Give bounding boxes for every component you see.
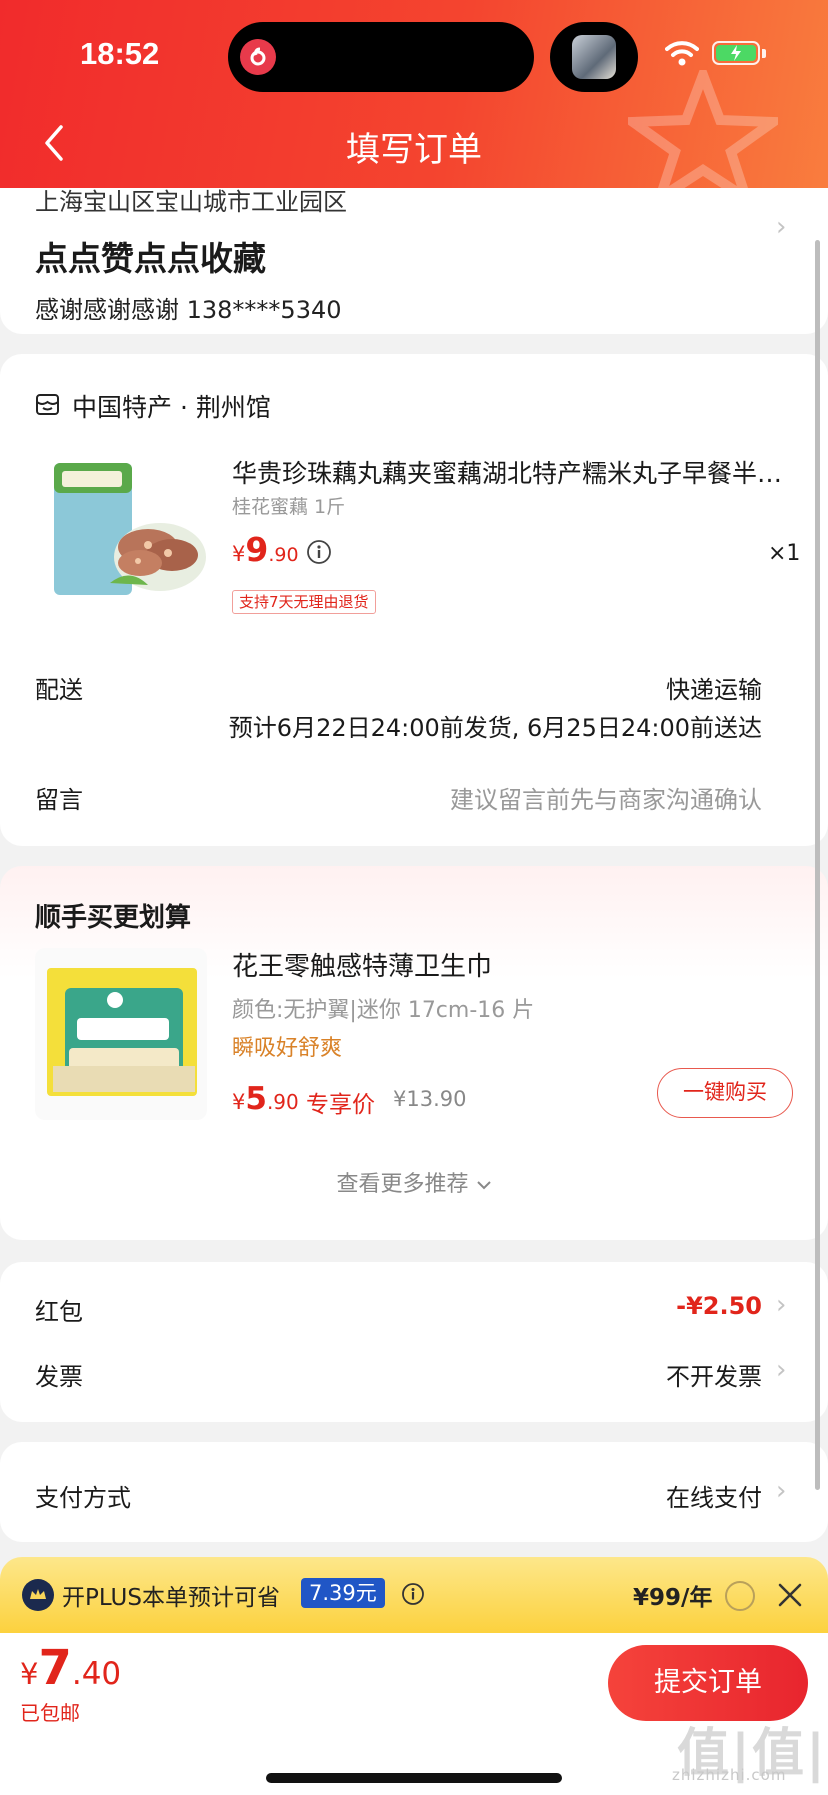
one-click-buy-button[interactable]: 一键购买 <box>657 1068 793 1118</box>
address-contact: 感谢感谢感谢 138****5340 <box>35 296 342 324</box>
red-packet-label: 红包 <box>35 1298 83 1326</box>
price-decimal: .90 <box>268 544 299 566</box>
status-time: 18:52 <box>80 36 160 71</box>
address-detail: 点点赞点点收藏 <box>35 239 266 278</box>
recommend-product-image[interactable] <box>35 948 207 1120</box>
recommend-price-decimal: .90 <box>266 1090 299 1114</box>
watermark-url: zhizhizhi.com <box>672 1766 787 1784</box>
plus-logo-icon <box>22 1579 54 1611</box>
page-header: 18:52 填写订单 <box>0 0 828 188</box>
recommend-price-currency: ¥ <box>232 1090 246 1114</box>
home-indicator[interactable] <box>266 1773 562 1783</box>
delivery-estimate: 预计6月22日24:00前发货, 6月25日24:00前送达 <box>228 714 762 742</box>
wifi-icon <box>665 41 699 66</box>
chevron-down-icon <box>476 1181 491 1190</box>
more-recommendations-label: 查看更多推荐 <box>336 1172 469 1197</box>
submit-order-button[interactable]: 提交订单 <box>608 1645 808 1721</box>
recommend-price: ¥5.90 <box>232 1081 299 1117</box>
payment-label: 支付方式 <box>35 1484 131 1512</box>
close-icon[interactable] <box>776 1581 804 1609</box>
activity-thumbnail[interactable] <box>572 35 616 79</box>
total-price: ¥7.40 <box>20 1640 121 1696</box>
product-image[interactable] <box>48 455 208 603</box>
price-integer: 9 <box>245 530 269 569</box>
total-decimal: .40 <box>71 1656 122 1692</box>
store-name[interactable]: 中国特产 · 荆州馆 <box>72 388 271 424</box>
return-policy-tag: 支持7天无理由退货 <box>232 590 376 614</box>
delivery-label: 配送 <box>35 676 83 704</box>
exclusive-price-label: 专享价 <box>306 1092 375 1118</box>
product-quantity: ×1 <box>768 541 801 566</box>
plus-price: ¥99/年 <box>633 1585 713 1611</box>
product-price: ¥9.90 <box>232 530 299 569</box>
plus-text: 开PLUS本单预计可省 <box>62 1585 280 1611</box>
recommend-title: 顺手买更划算 <box>35 903 192 933</box>
message-input[interactable]: 建议留言前先与商家沟通确认 <box>450 780 762 815</box>
recommend-product-name[interactable]: 花王零触感特薄卫生巾 <box>232 946 492 983</box>
payment-chevron-icon: › <box>776 1476 787 1506</box>
payment-value: 在线支付 <box>666 1484 762 1512</box>
red-packet-value[interactable]: -¥2.50 <box>676 1292 762 1320</box>
page-title: 填写订单 <box>346 130 482 170</box>
total-integer: 7 <box>38 1640 72 1696</box>
price-info-icon[interactable] <box>306 539 332 565</box>
battery-tip <box>762 49 766 58</box>
plus-info-icon[interactable] <box>401 1582 425 1606</box>
recommend-price-integer: 5 <box>245 1081 267 1117</box>
address-chevron-icon: › <box>776 212 787 242</box>
plus-promo-bar[interactable]: 开PLUS本单预计可省 7.39元 ¥99/年 <box>0 1557 828 1635</box>
delivery-method[interactable]: 快递运输 <box>666 670 762 705</box>
checkout-bar: ¥7.40 已包邮 提交订单 值|值|值 zhizhizhi.com <box>0 1633 828 1795</box>
invoice-label: 发票 <box>35 1363 83 1391</box>
discounts-card <box>0 1262 828 1422</box>
total-currency: ¥ <box>20 1657 39 1691</box>
live-activity <box>550 22 638 92</box>
invoice-value[interactable]: 不开发票 <box>666 1357 762 1392</box>
price-currency: ¥ <box>232 542 246 566</box>
scrollbar[interactable] <box>815 240 820 1490</box>
recommend-slogan: 瞬吸好舒爽 <box>232 1036 343 1061</box>
product-spec: 桂花蜜藕 1斤 <box>232 496 346 518</box>
invoice-chevron-icon: › <box>776 1355 787 1385</box>
product-title[interactable]: 华贵珍珠藕丸藕夹蜜藕湖北特产糯米丸子早餐半成品 <box>232 454 792 490</box>
red-packet-chevron-icon: › <box>776 1290 787 1320</box>
original-price: ¥13.90 <box>393 1087 467 1111</box>
store-icon <box>36 394 59 415</box>
dynamic-island <box>228 22 534 92</box>
battery-icon <box>712 41 760 65</box>
recommend-product-spec: 颜色:无护翼|迷你 17cm-16 片 <box>232 998 535 1023</box>
plus-savings-amount: 7.39元 <box>301 1578 385 1608</box>
plus-select-radio[interactable] <box>725 1581 755 1611</box>
message-label: 留言 <box>35 786 83 814</box>
more-recommendations-link[interactable]: 查看更多推荐 <box>0 1166 828 1198</box>
shipping-status: 已包邮 <box>20 1701 80 1725</box>
music-app-icon[interactable] <box>240 39 276 75</box>
